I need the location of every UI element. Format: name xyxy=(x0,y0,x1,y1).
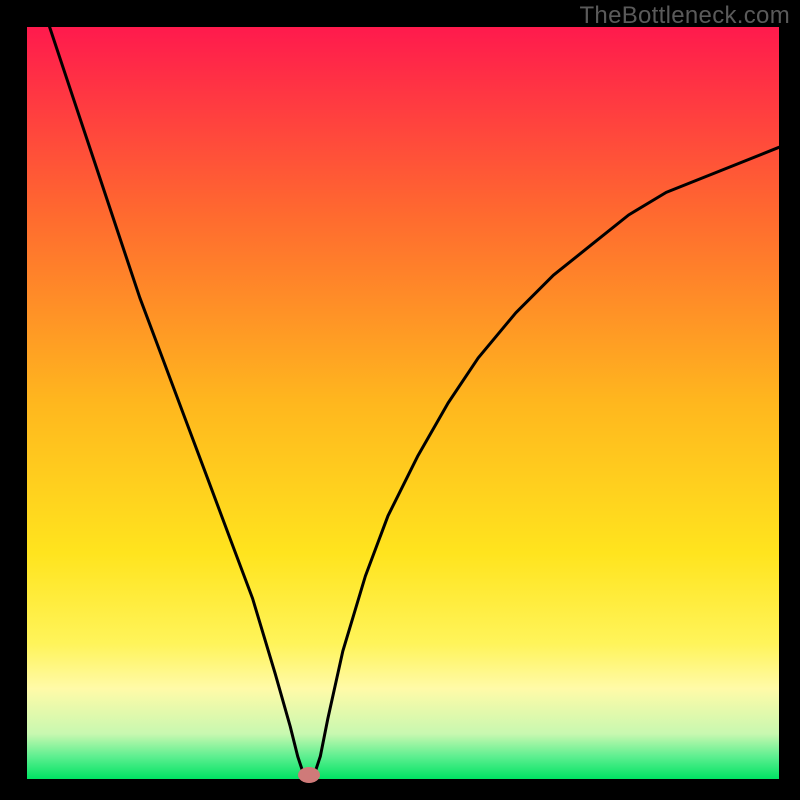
bottleneck-chart xyxy=(0,0,800,800)
plot-background xyxy=(27,27,779,779)
chart-frame: TheBottleneck.com xyxy=(0,0,800,800)
optimum-marker xyxy=(298,767,320,783)
watermark-label: TheBottleneck.com xyxy=(579,2,790,30)
